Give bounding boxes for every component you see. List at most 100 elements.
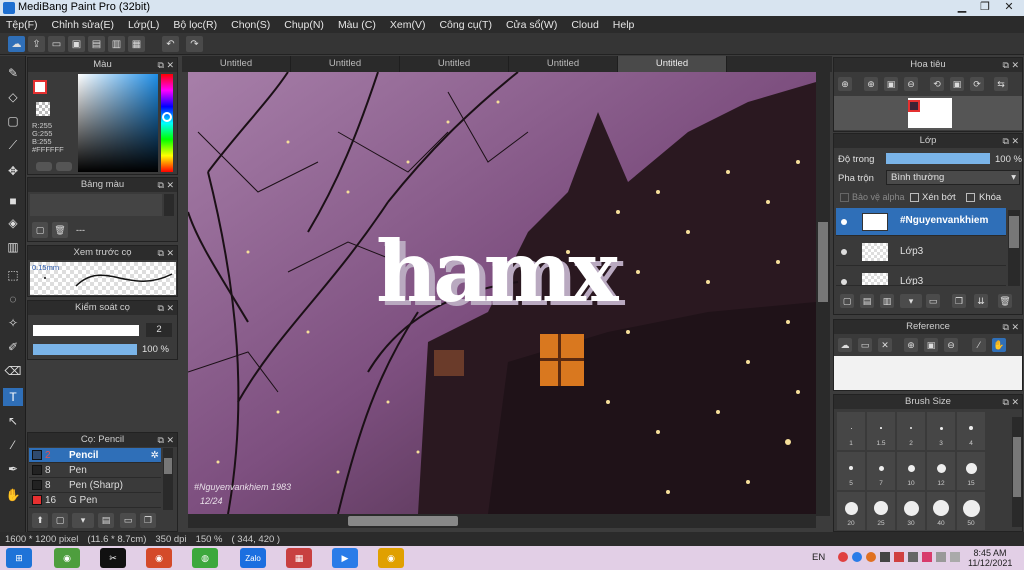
brush-size-scrollbar[interactable] [1012, 417, 1022, 527]
tab-document-3[interactable]: Untitled [400, 56, 509, 72]
brush-opacity-slider[interactable] [33, 344, 137, 355]
layer-list-scrollbar[interactable] [1008, 210, 1020, 286]
layer-row[interactable]: Lớp3 [836, 238, 1006, 266]
close-button[interactable]: ✕ [998, 0, 1020, 15]
menu-select[interactable]: Chọn(S) [225, 19, 278, 31]
close-reference-icon[interactable]: ✕ [878, 338, 892, 352]
cloud-download-icon[interactable]: ☁ [838, 338, 852, 352]
comment-icon[interactable]: ▭ [48, 36, 65, 52]
menu-help[interactable]: Help [607, 19, 643, 31]
grid-icon[interactable]: ▦ [128, 36, 145, 52]
tray-app-icon[interactable] [922, 552, 932, 562]
reset-rotation-icon[interactable]: ▣ [950, 77, 964, 91]
canvas-horizontal-scrollbar[interactable] [188, 514, 816, 528]
brush-size-cell[interactable]: 40 [927, 492, 955, 530]
new-palette-icon[interactable]: ▢ [32, 222, 48, 238]
panel-buttons[interactable]: ⧉ ✕ [1003, 58, 1019, 72]
eye-icon[interactable] [841, 279, 847, 285]
medibang-app-icon[interactable]: ◉ [378, 548, 404, 568]
comment-add-icon[interactable]: ▣ [68, 36, 85, 52]
brush-size-cell[interactable]: 20 [837, 492, 865, 530]
brush-folder-icon[interactable]: ▭ [120, 513, 136, 528]
brush-size-cell[interactable]: 2 [897, 412, 925, 450]
palette-scrollbar[interactable] [164, 194, 174, 216]
rotate-right-icon[interactable]: ⟳ [970, 77, 984, 91]
brush-item-pen-sharp[interactable]: 8 Pen (Sharp) [29, 478, 161, 493]
new-halftone-layer-icon[interactable]: ▤ [860, 294, 874, 308]
panel-buttons[interactable]: ⧉ ✕ [158, 433, 174, 447]
fill-rect-tool-icon[interactable]: ■ [3, 192, 23, 210]
chrome-alt-icon[interactable]: ◉ [54, 548, 80, 568]
minimize-button[interactable]: ▁ [951, 0, 973, 15]
gradient-tool-icon[interactable]: ▥ [3, 238, 23, 256]
brush-tool-icon[interactable]: ✎ [3, 64, 23, 82]
restore-button[interactable]: ❐ [974, 0, 996, 15]
brush-size-cell[interactable]: 30 [897, 492, 925, 530]
clipping-checkbox[interactable] [910, 193, 919, 202]
panel-buttons[interactable]: ⧉ ✕ [1003, 320, 1019, 334]
panel-buttons[interactable]: ⧉ ✕ [158, 301, 174, 315]
capcut-icon[interactable]: ✂ [100, 548, 126, 568]
panel-buttons[interactable]: ⧉ ✕ [158, 246, 174, 260]
tray-app-icon[interactable] [894, 552, 904, 562]
tab-document-1[interactable]: Untitled [182, 56, 291, 72]
layer-row[interactable]: Lớp3 [836, 268, 1006, 286]
zoom-app-icon[interactable]: ▶ [332, 548, 358, 568]
tray-app-icon[interactable] [852, 552, 862, 562]
medibang-store-icon[interactable]: ▦ [286, 548, 312, 568]
hue-slider[interactable] [161, 74, 173, 172]
clock[interactable]: 8:45 AM 11/12/2021 [968, 548, 1012, 568]
reference-dropper-icon[interactable]: ⁄ [972, 338, 986, 352]
brush-settings-icon[interactable]: ▤ [98, 513, 114, 528]
lock-checkbox[interactable] [966, 193, 975, 202]
brush-size-cell[interactable]: 50 [957, 492, 985, 530]
delete-palette-icon[interactable]: 🗑 [52, 222, 68, 238]
menu-snap[interactable]: Chụp(N) [278, 19, 332, 31]
protect-alpha-checkbox[interactable] [840, 193, 849, 202]
brush-size-cell[interactable]: 7 [867, 452, 895, 490]
language-indicator[interactable]: EN [812, 552, 825, 563]
brush-size-cell[interactable]: 25 [867, 492, 895, 530]
brush-item-pen[interactable]: 8 Pen [29, 463, 161, 478]
tab-document-4[interactable]: Untitled [509, 56, 618, 72]
hand-tool-icon[interactable]: ✋ [3, 486, 23, 504]
upload-icon[interactable]: ⇪ [28, 36, 45, 52]
layer-opacity-slider[interactable] [886, 153, 990, 164]
menu-tools[interactable]: Công cụ(T) [433, 19, 500, 31]
wifi-icon[interactable] [936, 552, 946, 562]
zoom-out-icon[interactable]: ⊖ [904, 77, 918, 91]
tab-document-2[interactable]: Untitled [291, 56, 400, 72]
brush-item-pencil[interactable]: 2 Pencil ✲ [29, 448, 161, 463]
canvas-vertical-scrollbar[interactable] [816, 72, 830, 516]
add-brush-icon[interactable]: ⬆ [32, 513, 48, 528]
eraser-tool-icon[interactable]: ◇ [3, 88, 23, 106]
brush-add-menu-icon[interactable]: ▾ [72, 513, 94, 528]
brush-size-cell[interactable]: 4 [957, 412, 985, 450]
move-tool-icon[interactable]: ✥ [3, 162, 23, 180]
undo-icon[interactable]: ↶ [162, 36, 179, 52]
brush-item-g-pen[interactable]: 16 G Pen [29, 493, 161, 508]
redo-icon[interactable]: ↷ [186, 36, 203, 52]
actual-size-icon[interactable]: ▣ [884, 77, 898, 91]
magic-wand-tool-icon[interactable]: ✧ [3, 314, 23, 332]
rectangle-tool-icon[interactable]: ▢ [3, 112, 23, 130]
menu-view[interactable]: Xem(V) [384, 19, 434, 31]
reference-fit-icon[interactable]: ▣ [924, 338, 938, 352]
horizontal-scroll-thumb[interactable] [348, 516, 458, 526]
flip-icon[interactable]: ⇆ [994, 77, 1008, 91]
brush-size-cell[interactable]: 1 [837, 412, 865, 450]
merge-layer-icon[interactable]: ⇊ [974, 294, 988, 308]
pen-tool-icon[interactable]: ✒ [3, 460, 23, 478]
brush-size-cell[interactable]: 10 [897, 452, 925, 490]
color-saturation-field[interactable] [78, 74, 158, 172]
menu-file[interactable]: Tệp(F) [0, 19, 46, 31]
lasso-tool-icon[interactable]: ◌ [3, 290, 23, 308]
new-layer-icon[interactable]: ▢ [840, 294, 854, 308]
layer-folder-icon[interactable]: ▭ [926, 294, 940, 308]
picsart-icon[interactable]: ◍ [192, 548, 218, 568]
brush-copy-icon[interactable]: ❐ [140, 513, 156, 528]
eye-icon[interactable] [841, 219, 847, 225]
panel-buttons[interactable]: ⧉ ✕ [1003, 134, 1019, 148]
new-brush-icon[interactable]: ▢ [52, 513, 68, 528]
hue-handle[interactable] [162, 112, 172, 122]
